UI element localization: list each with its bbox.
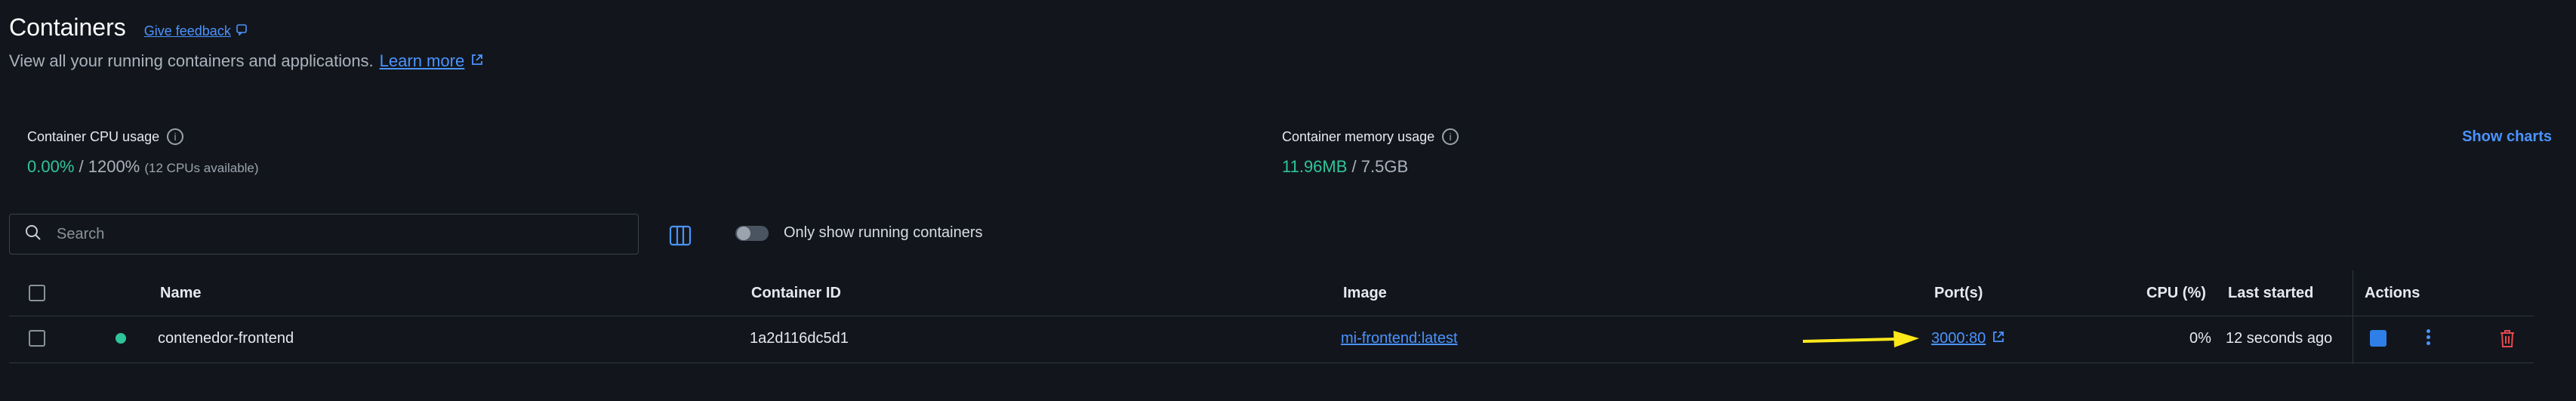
info-icon[interactable]: i: [1442, 128, 1459, 145]
row-divider: [9, 362, 2534, 363]
delete-icon[interactable]: [2498, 329, 2516, 352]
external-link-icon[interactable]: [1992, 330, 2005, 347]
cpu-count-note: (12 CPUs available): [144, 161, 259, 175]
last-started: 12 seconds ago: [2226, 330, 2333, 347]
container-name[interactable]: contenedor-frontend: [158, 330, 294, 347]
col-actions: Actions: [2365, 285, 2420, 301]
search-input[interactable]: [55, 224, 587, 244]
cpu-percent: 0%: [2189, 330, 2211, 347]
learn-more-link[interactable]: Learn more: [380, 51, 465, 71]
col-name[interactable]: Name: [160, 285, 201, 302]
col-container-id[interactable]: Container ID: [751, 285, 841, 302]
memory-usage-total: / 7.5GB: [1351, 157, 1409, 176]
info-icon[interactable]: i: [167, 128, 184, 145]
cpu-usage-label: Container CPU usage: [27, 128, 160, 144]
memory-usage-label: Container memory usage: [1282, 128, 1435, 144]
running-only-label: Only show running containers: [784, 224, 983, 241]
more-options-icon[interactable]: [2424, 329, 2432, 345]
stop-button[interactable]: [2370, 330, 2386, 347]
give-feedback-link[interactable]: Give feedback: [144, 23, 248, 39]
external-link-icon: [470, 51, 484, 71]
col-image[interactable]: Image: [1343, 285, 1387, 302]
give-feedback-label: Give feedback: [143, 23, 231, 39]
feedback-icon: [236, 23, 248, 39]
running-only-toggle[interactable]: [735, 225, 769, 241]
col-ports[interactable]: Port(s): [1934, 285, 1983, 302]
image-link[interactable]: mi-frontend:latest: [1341, 330, 1458, 347]
ports-cell: 3000:80: [1931, 330, 2005, 347]
search-icon: [25, 224, 42, 245]
header: Containers Give feedback: [9, 14, 248, 42]
select-all-checkbox[interactable]: [29, 285, 45, 301]
running-filter: Only show running containers: [735, 224, 982, 242]
annotation-arrow: [1801, 326, 1922, 356]
subtitle-text: View all your running containers and app…: [9, 51, 374, 70]
container-id: 1a2d116dc5d1: [750, 330, 849, 347]
columns-toggle-button[interactable]: [669, 224, 692, 247]
col-cpu[interactable]: CPU (%): [2146, 285, 2206, 302]
search-box[interactable]: [9, 214, 639, 254]
columns-icon: [669, 225, 692, 250]
memory-usage-value: 11.96MB: [1282, 157, 1348, 176]
page-subtitle: View all your running containers and app…: [9, 51, 484, 71]
running-status-dot: [116, 333, 126, 344]
col-last-started[interactable]: Last started: [2228, 285, 2313, 302]
row-checkbox[interactable]: [29, 330, 45, 347]
cpu-usage-stat: Container CPU usage i 0.00% / 1200% (12 …: [27, 128, 259, 177]
show-charts-button[interactable]: Show charts: [2462, 128, 2552, 146]
cpu-usage-total: / 1200%: [79, 157, 140, 176]
port-link[interactable]: 3000:80: [1931, 330, 1986, 347]
page-title: Containers: [9, 14, 126, 41]
memory-usage-stat: Container memory usage i 11.96MB / 7.5GB: [1282, 128, 1459, 177]
cpu-usage-value: 0.00%: [27, 157, 75, 176]
